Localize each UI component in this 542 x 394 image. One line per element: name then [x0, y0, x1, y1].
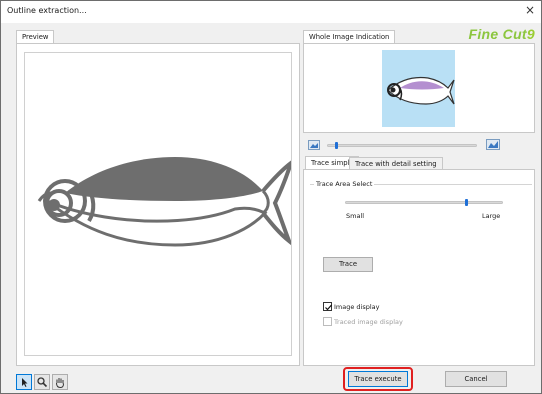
checkmark-icon [325, 304, 332, 311]
logo-number: 9 [526, 26, 535, 42]
preview-canvas [24, 52, 295, 356]
title-bar: Outline extraction... × [1, 1, 541, 23]
close-icon[interactable]: × [523, 3, 537, 17]
magnifier-icon [37, 377, 48, 388]
tab-whole-image-indication[interactable]: Whole Image Indication [303, 30, 396, 44]
trace-area-slider-thumb[interactable] [465, 199, 469, 206]
tab-preview[interactable]: Preview [16, 30, 55, 44]
overview-viewport [382, 50, 455, 127]
hand-icon [56, 378, 64, 389]
overview-panel [303, 43, 535, 133]
zoom-slider-track[interactable] [327, 144, 477, 147]
large-label: Large [482, 212, 501, 220]
image-display-checkbox[interactable] [323, 302, 332, 311]
zoom-tool-button[interactable] [34, 374, 50, 390]
window-title: Outline extraction... [7, 6, 87, 15]
outline-extraction-dialog: Outline extraction... × Preview Whole Im… [0, 0, 542, 394]
zoom-out-icon[interactable] [308, 140, 320, 150]
hand-tool-button[interactable] [52, 374, 68, 390]
fish-preview-image [37, 153, 295, 248]
zoom-in-icon[interactable] [486, 139, 500, 150]
small-label: Small [346, 212, 365, 220]
pointer-tool-button[interactable] [16, 374, 32, 390]
fish-thumbnail [387, 76, 455, 105]
image-display-label: Image display [334, 303, 380, 311]
cancel-button[interactable]: Cancel [445, 371, 507, 387]
trace-area-select-label: Trace Area Select [314, 180, 375, 188]
trace-area-slider-track[interactable] [345, 201, 503, 204]
logo-text: Fine Cut [468, 26, 527, 42]
zoom-slider-thumb[interactable] [334, 142, 338, 149]
traced-image-display-checkbox[interactable] [323, 317, 332, 326]
fine-cut-logo: Fine Cut9 [469, 26, 536, 42]
traced-image-display-label: Traced image display [334, 318, 403, 326]
trace-execute-button[interactable]: Trace execute [348, 371, 408, 387]
trace-button[interactable]: Trace [323, 257, 373, 272]
preview-panel [16, 43, 300, 366]
arrow-pointer-icon [22, 378, 28, 387]
